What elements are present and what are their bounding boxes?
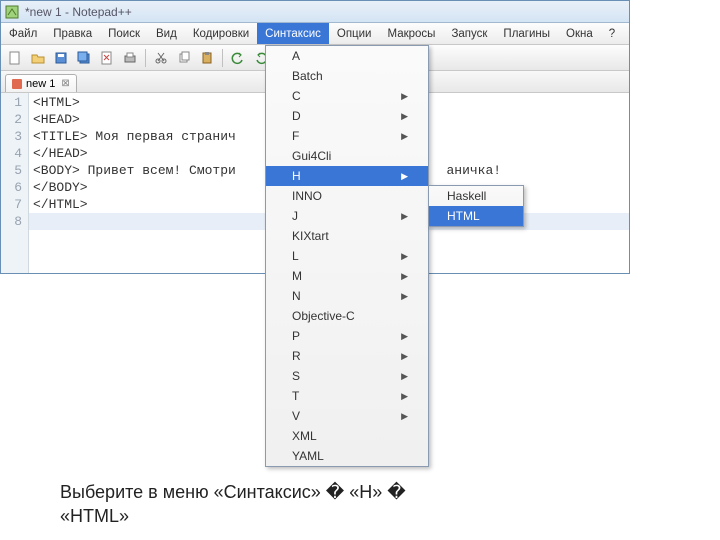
toolbar-sep [145,49,146,67]
caption-line1: Выберите в меню «Синтаксис» � «H» � [60,482,406,502]
syntax-item-m[interactable]: M▶ [266,266,428,286]
undo-icon[interactable] [228,48,248,68]
window-title: *new 1 - Notepad++ [25,5,132,19]
syntax-item-d[interactable]: D▶ [266,106,428,126]
instruction-caption: Выберите в меню «Синтаксис» � «H» � «HTM… [60,480,670,529]
syntax-item-l[interactable]: L▶ [266,246,428,266]
syntax-item-a[interactable]: A [266,46,428,66]
copy-icon[interactable] [174,48,194,68]
toolbar-sep [222,49,223,67]
tab-label: new 1 [26,78,55,90]
syntax-sub-html[interactable]: HTML [429,206,523,226]
menu-макросы[interactable]: Макросы [379,23,443,44]
syntax-item-batch[interactable]: Batch [266,66,428,86]
line-gutter: 12345678 [1,93,29,273]
menu-окна[interactable]: Окна [558,23,601,44]
syntax-item-gui4cli[interactable]: Gui4Cli [266,146,428,166]
save-icon[interactable] [51,48,71,68]
syntax-sub-haskell[interactable]: Haskell [429,186,523,206]
syntax-item-v[interactable]: V▶ [266,406,428,426]
caption-line2: «HTML» [60,506,129,526]
syntax-item-h[interactable]: H▶ [266,166,428,186]
print-icon[interactable] [120,48,140,68]
menu-правка[interactable]: Правка [45,23,100,44]
syntax-item-t[interactable]: T▶ [266,386,428,406]
syntax-item-p[interactable]: P▶ [266,326,428,346]
syntax-item-inno[interactable]: INNO [266,186,428,206]
menu-файл[interactable]: Файл [1,23,45,44]
tab-close-icon[interactable]: ⊠ [61,78,69,89]
syntax-item-xml[interactable]: XML [266,426,428,446]
syntax-item-n[interactable]: N▶ [266,286,428,306]
menu-поиск[interactable]: Поиск [100,23,148,44]
syntax-item-kixtart[interactable]: KIXtart [266,226,428,246]
app-icon [5,5,19,19]
syntax-item-f[interactable]: F▶ [266,126,428,146]
syntax-item-yaml[interactable]: YAML [266,446,428,466]
paste-icon[interactable] [197,48,217,68]
app-window: *new 1 - Notepad++ ФайлПравкаПоискВидКод… [0,0,630,274]
open-file-icon[interactable] [28,48,48,68]
menu-вид[interactable]: Вид [148,23,185,44]
menu-кодировки[interactable]: Кодировки [185,23,257,44]
titlebar: *new 1 - Notepad++ [1,1,629,23]
syntax-item-c[interactable]: C▶ [266,86,428,106]
close-file-icon[interactable] [97,48,117,68]
syntax-item-r[interactable]: R▶ [266,346,428,366]
new-file-icon[interactable] [5,48,25,68]
menu-плагины[interactable]: Плагины [495,23,558,44]
menu-?[interactable]: ? [601,23,623,44]
syntax-item-j[interactable]: J▶ [266,206,428,226]
syntax-menu: ABatchC▶D▶F▶Gui4CliH▶INNOJ▶KIXtartL▶M▶N▶… [265,45,429,467]
syntax-submenu-h: HaskellHTML [428,185,524,227]
file-tab[interactable]: new 1 ⊠ [5,74,77,92]
menubar: ФайлПравкаПоискВидКодировкиСинтаксисОпци… [1,23,629,45]
menu-синтаксис[interactable]: Синтаксис [257,23,329,44]
cut-icon[interactable] [151,48,171,68]
syntax-item-s[interactable]: S▶ [266,366,428,386]
unsaved-indicator-icon [12,79,22,89]
menu-запуск[interactable]: Запуск [443,23,495,44]
save-all-icon[interactable] [74,48,94,68]
syntax-item-objective-c[interactable]: Objective-C [266,306,428,326]
menu-опции[interactable]: Опции [329,23,380,44]
